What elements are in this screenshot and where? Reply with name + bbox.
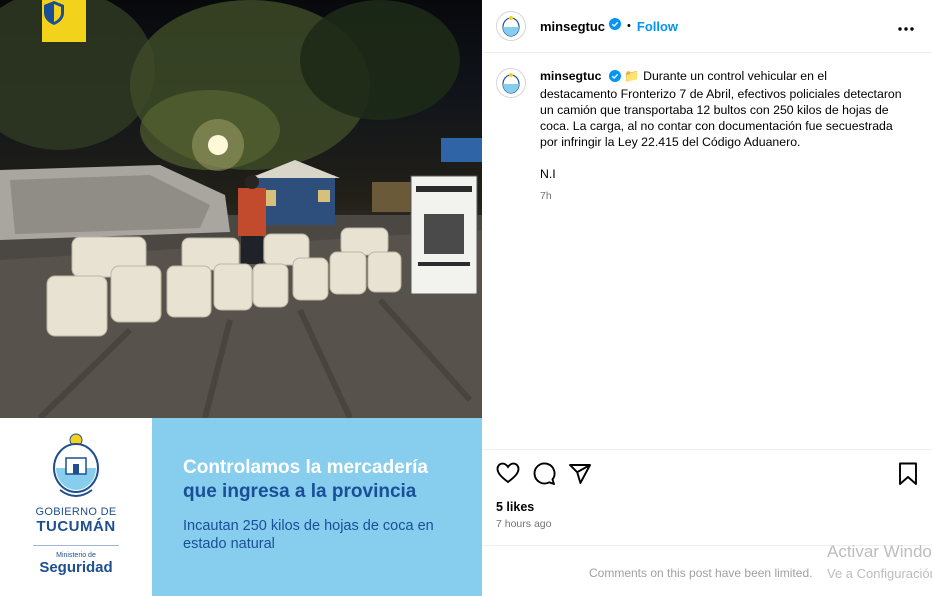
ministry-line2: Seguridad — [39, 559, 113, 576]
action-bar — [496, 462, 918, 486]
share-icon[interactable] — [568, 462, 592, 491]
banner-headline-2: que ingresa a la provincia — [183, 481, 417, 502]
shield-badge — [42, 0, 86, 42]
watermark-line2: Ve a Configuración — [827, 566, 932, 581]
separator-dot: • — [627, 20, 631, 32]
banner-headline-1: Controlamos la mercadería — [183, 457, 428, 478]
caption-username-link[interactable]: minsegtuc — [540, 69, 602, 83]
photo-scene — [0, 0, 482, 418]
verified-badge-icon — [609, 17, 622, 35]
likes-count[interactable]: 5 likes — [496, 500, 534, 514]
gov-line1: GOBIERNO DE — [35, 506, 117, 518]
windows-activation-watermark: Activar Windows Ve a Configuración — [827, 542, 932, 581]
username-link[interactable]: minsegtuc — [540, 19, 605, 34]
coat-of-arms-icon — [502, 16, 520, 37]
verified-badge-icon — [608, 70, 621, 86]
post-side-panel: minsegtuc • Follow minsegtuc 📁 Durante u… — [482, 0, 932, 596]
comments-limited-notice: Comments on this post have been limited. — [589, 566, 813, 580]
banner-subheadline: Incautan 250 kilos de hojas de coca en e… — [183, 518, 434, 552]
post-photo — [0, 0, 482, 418]
post-header: minsegtuc • Follow — [482, 0, 932, 53]
avatar[interactable] — [496, 11, 526, 41]
gov-line2: TUCUMÁN — [36, 518, 116, 535]
government-logo-block: GOBIERNO DE TUCUMÁN Ministerio de Seguri… — [0, 418, 152, 596]
post-caption: minsegtuc 📁 Durante un control vehicular… — [496, 68, 916, 204]
caption-body: minsegtuc 📁 Durante un control vehicular… — [540, 68, 902, 204]
bookmark-icon[interactable] — [898, 462, 918, 491]
media-banner: GOBIERNO DE TUCUMÁN Ministerio de Seguri… — [0, 418, 482, 596]
gov-divider — [33, 545, 119, 546]
post-age[interactable]: 7 hours ago — [496, 518, 551, 530]
more-horizontal-icon[interactable] — [898, 18, 914, 36]
comment-icon[interactable] — [532, 462, 556, 491]
banner-text-block: Controlamos la mercadería que ingresa a … — [152, 418, 482, 596]
coat-of-arms-icon — [502, 73, 520, 94]
heart-icon[interactable] — [496, 462, 520, 489]
watermark-line1: Activar Windows — [827, 542, 932, 561]
actions-divider — [482, 449, 932, 450]
folder-emoji-icon: 📁 — [624, 69, 640, 83]
caption-signature: N.I — [540, 167, 556, 181]
post-media[interactable]: GOBIERNO DE TUCUMÁN Ministerio de Seguri… — [0, 0, 482, 596]
caption-timestamp[interactable]: 7h — [540, 188, 902, 204]
shield-icon — [44, 1, 64, 25]
follow-button[interactable]: Follow — [637, 19, 678, 34]
ministry-line1: Ministerio de — [56, 552, 96, 559]
caption-avatar[interactable] — [496, 68, 526, 98]
coat-of-arms-icon — [53, 433, 99, 497]
